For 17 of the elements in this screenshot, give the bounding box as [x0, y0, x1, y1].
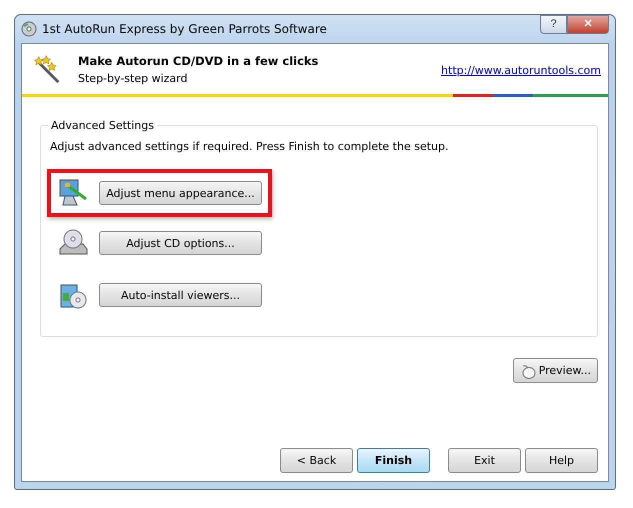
group-title: Advanced Settings — [50, 119, 155, 132]
help-button[interactable]: ? — [540, 15, 567, 34]
action-button[interactable]: Adjust menu appearance... — [99, 181, 262, 205]
preview-button[interactable]: Preview... — [512, 358, 598, 383]
mouse-icon — [520, 362, 536, 378]
action-button[interactable]: Auto-install viewers... — [99, 283, 262, 307]
window-title: 1st AutoRun Express by Green Parrots Software — [42, 22, 328, 36]
disc-icon — [21, 21, 37, 37]
header-subtitle: Step-by-step wizard — [78, 72, 188, 84]
header-title: Make Autorun CD/DVD in a few clicks — [78, 54, 320, 68]
action-button[interactable]: Adjust CD options... — [99, 231, 262, 255]
wizard-button[interactable]: < Back — [280, 448, 353, 473]
wizard-button[interactable]: Help — [525, 448, 598, 473]
website-link[interactable]: http://www.autoruntools.com — [441, 64, 601, 76]
description-text: Adjust advanced settings if required. Press Finish to complete the setup. — [50, 140, 450, 153]
wizard-button[interactable]: Finish — [357, 448, 430, 473]
wizard-button[interactable]: Exit — [448, 448, 521, 473]
